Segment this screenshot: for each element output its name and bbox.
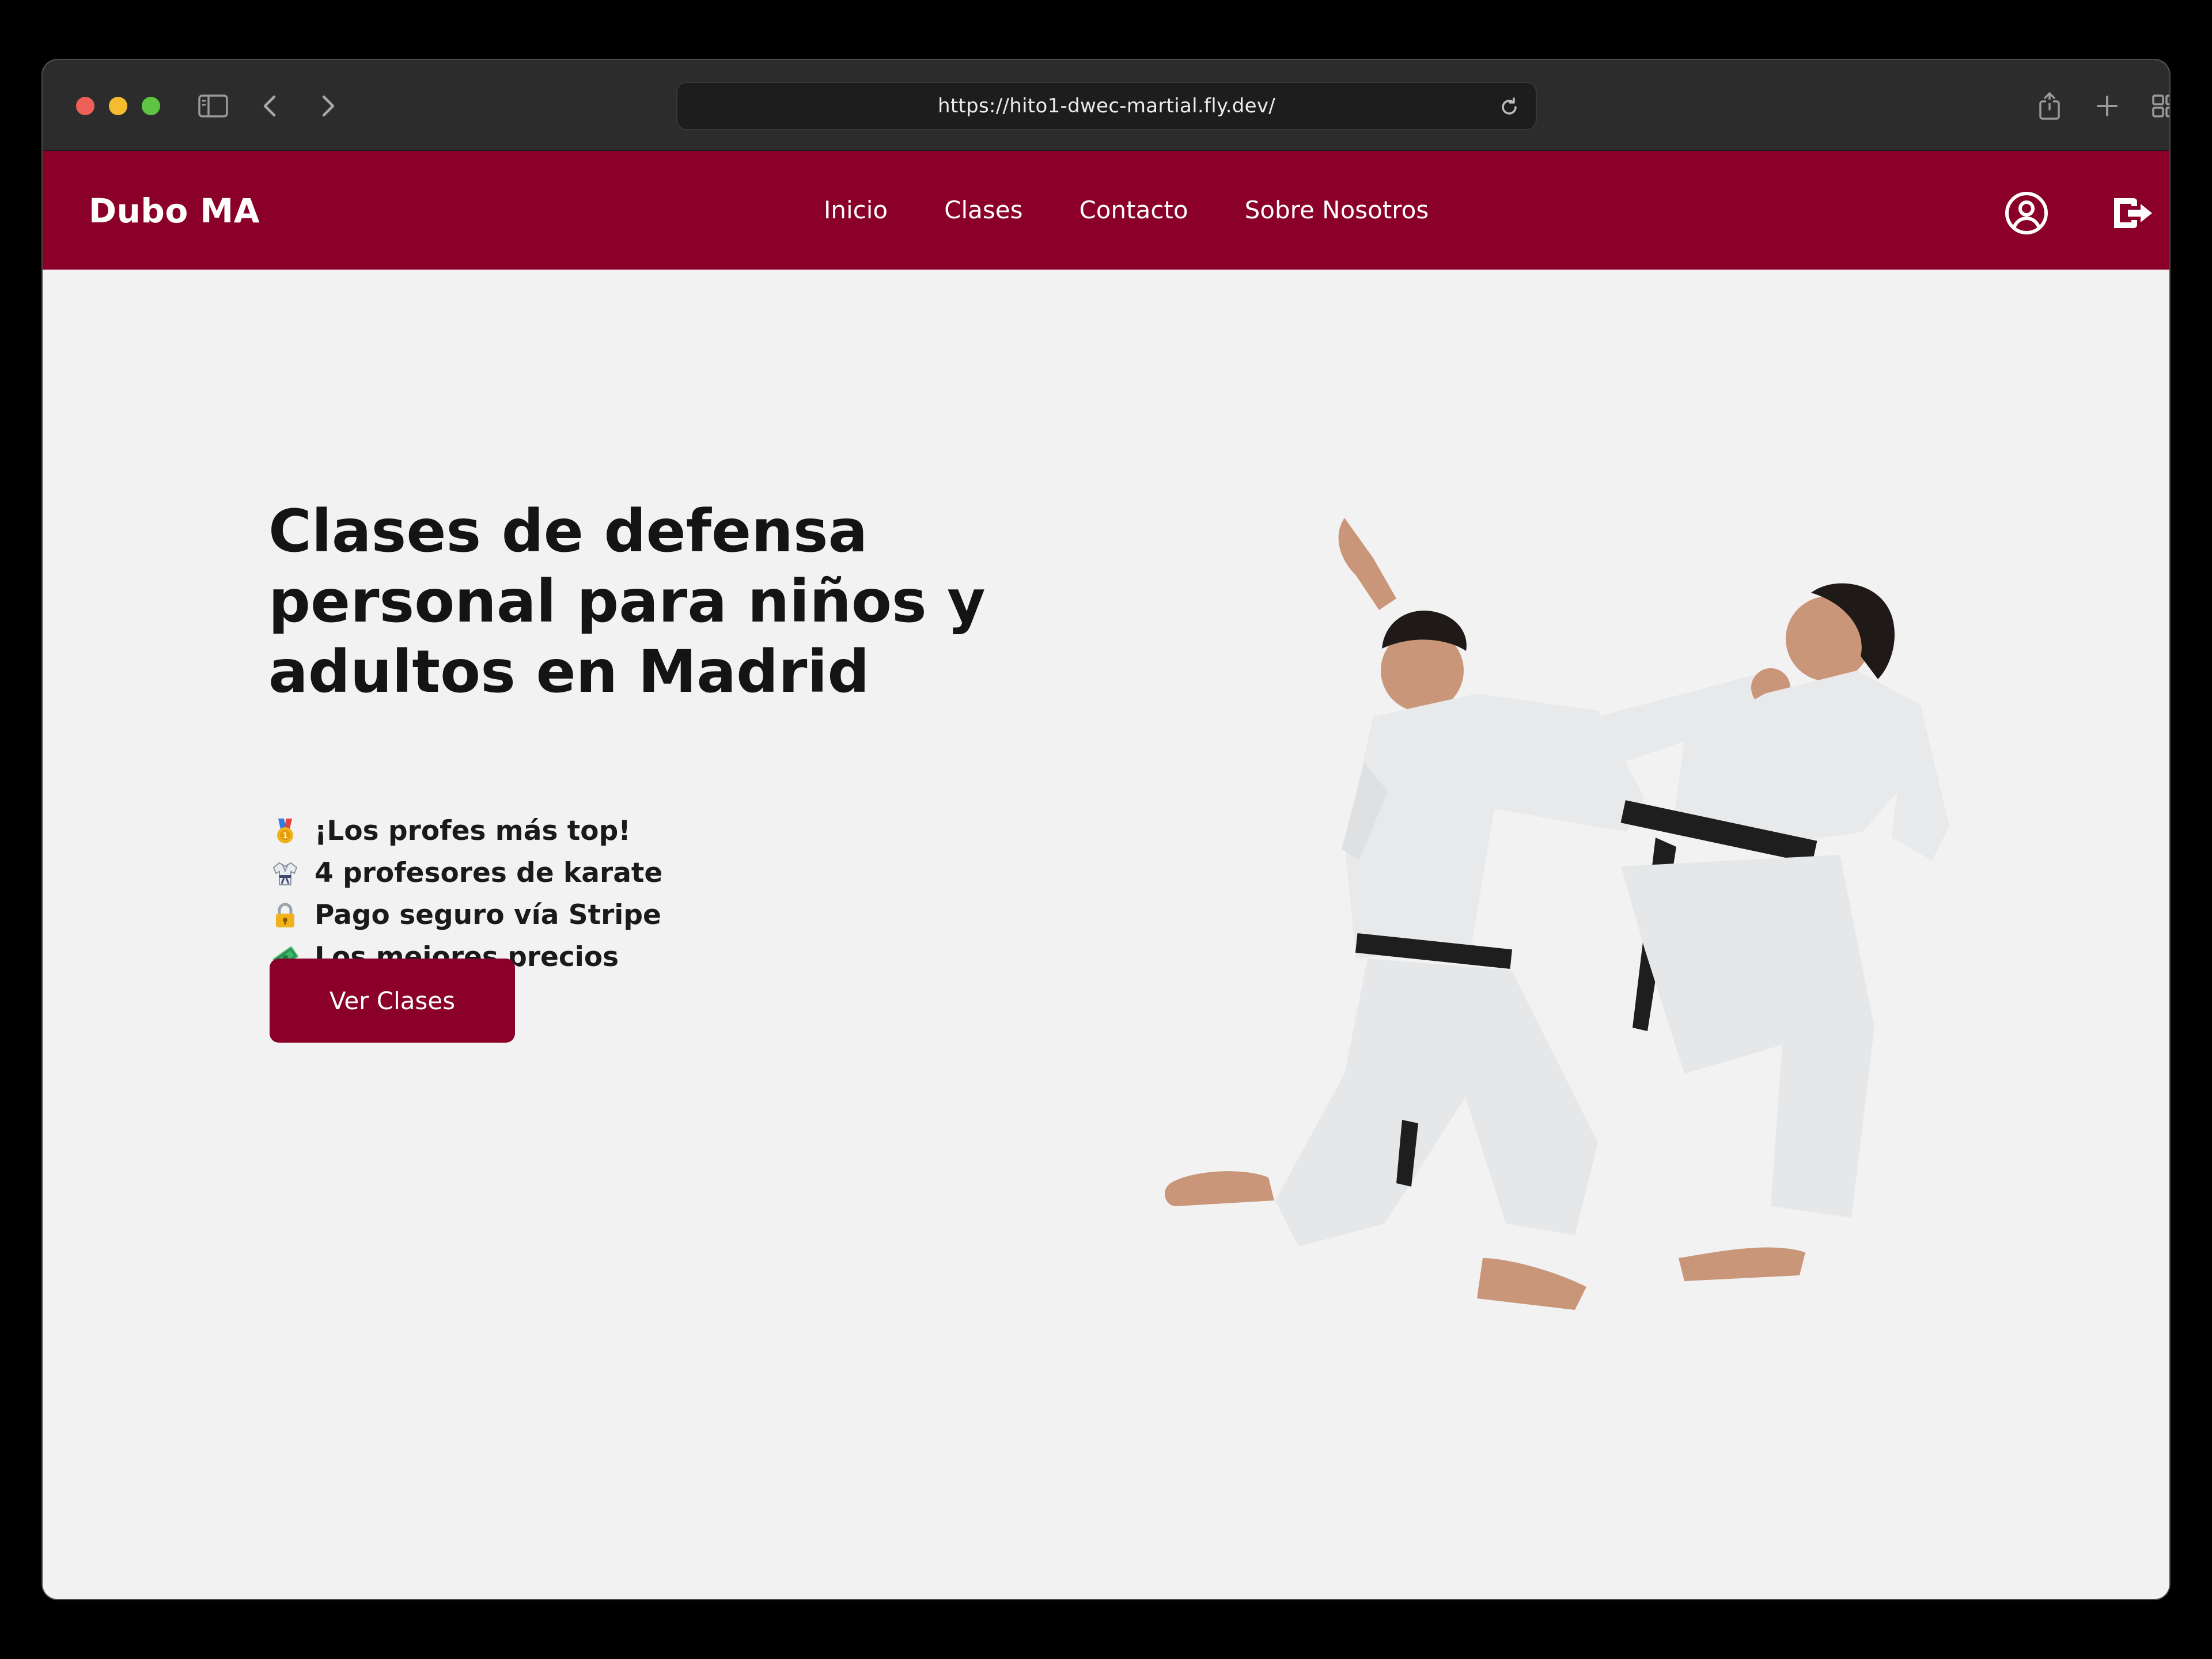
reload-icon[interactable]	[1497, 94, 1522, 120]
logout-icon[interactable]	[2108, 190, 2154, 236]
tab-overview-icon[interactable]	[2149, 90, 2169, 122]
browser-toolbar: https://hito1-dwec-martial.fly.dev/	[43, 60, 2169, 151]
view-classes-button[interactable]: Ver Clases	[270, 959, 515, 1043]
hero-title-line: personal para niños y	[268, 567, 986, 636]
karate-fighters-image	[1103, 498, 2001, 1350]
share-icon[interactable]	[2033, 90, 2066, 122]
lock-icon	[271, 901, 300, 930]
sidebar-icon[interactable]	[197, 90, 229, 122]
user-circle-icon[interactable]	[2003, 190, 2050, 236]
minimize-window-button[interactable]	[109, 97, 127, 115]
medal-icon: 1	[271, 817, 300, 846]
nav-link-clases[interactable]: Clases	[944, 196, 1022, 224]
feature-text: Pago seguro vía Stripe	[315, 899, 661, 931]
address-bar[interactable]: https://hito1-dwec-martial.fly.dev/	[676, 82, 1537, 130]
url-text: https://hito1-dwec-martial.fly.dev/	[937, 94, 1276, 118]
feature-text: ¡Los profes más top!	[315, 815, 631, 847]
nav-link-inicio[interactable]: Inicio	[824, 196, 888, 224]
feature-item: Pago seguro vía Stripe	[271, 894, 662, 936]
back-icon[interactable]	[255, 90, 287, 122]
main-nav: Inicio Clases Contacto Sobre Nosotros	[824, 196, 1429, 224]
hero-title-line: Clases de defensa	[268, 497, 868, 566]
martial-arts-uniform-icon	[271, 859, 300, 888]
forward-icon[interactable]	[311, 90, 343, 122]
nav-link-sobre-nosotros[interactable]: Sobre Nosotros	[1245, 196, 1429, 224]
feature-list: 1 ¡Los profes más top! 4 profesores de k…	[271, 810, 662, 978]
feature-text: 4 profesores de karate	[315, 857, 663, 889]
hero-title: Clases de defensa personal para niños y …	[268, 497, 1017, 707]
feature-item: 1 ¡Los profes más top!	[271, 810, 662, 852]
hero-title-line: adultos en Madrid	[268, 638, 870, 706]
new-tab-icon[interactable]	[2091, 90, 2123, 122]
close-window-button[interactable]	[76, 97, 94, 115]
site-header: Dubo MA Inicio Clases Contacto Sobre Nos…	[43, 151, 2169, 270]
browser-window: https://hito1-dwec-martial.fly.dev/ Dubo…	[43, 60, 2169, 1599]
zoom-window-button[interactable]	[142, 97, 160, 115]
nav-link-contacto[interactable]: Contacto	[1079, 196, 1188, 224]
svg-text:1: 1	[282, 832, 287, 840]
feature-item: 4 profesores de karate	[271, 852, 662, 894]
brand-logo[interactable]: Dubo MA	[89, 191, 260, 230]
